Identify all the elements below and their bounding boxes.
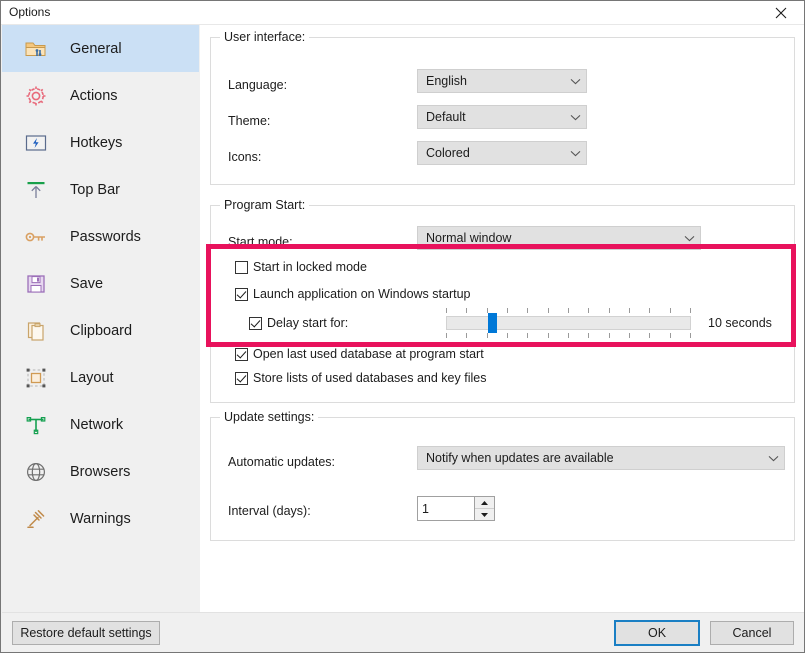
sidebar-item-label: Warnings: [70, 510, 131, 527]
delay-start-checkbox[interactable]: [249, 316, 262, 330]
folder-settings-icon: [23, 36, 49, 62]
ok-button[interactable]: OK: [614, 620, 700, 646]
interval-value[interactable]: 1: [418, 497, 474, 520]
group-title: Update settings:: [220, 410, 319, 424]
store-lists-label: Store lists of used databases and key fi…: [253, 371, 487, 385]
delay-start-label: Delay start for:: [267, 316, 349, 330]
update-settings-group: Update settings: Automatic updates: Noti…: [210, 410, 795, 541]
store-lists-checkbox[interactable]: [235, 371, 248, 385]
theme-label: Theme:: [228, 114, 271, 128]
gavel-icon: [23, 506, 49, 532]
open-last-db-checkbox-row[interactable]: Open last used database at program start: [235, 347, 484, 361]
sidebar-item-label: Network: [70, 416, 124, 433]
chevron-down-icon: [564, 78, 586, 85]
automatic-updates-select[interactable]: Notify when updates are available: [417, 446, 785, 470]
options-dialog: Options General Actions Hotkeys Top Bar …: [0, 0, 805, 653]
automatic-updates-value: Notify when updates are available: [426, 451, 614, 465]
globe-icon: [23, 459, 49, 485]
chevron-down-icon: [564, 150, 586, 157]
stepper-buttons[interactable]: [474, 497, 494, 520]
stepper-up-icon[interactable]: [475, 497, 494, 509]
start-locked-checkbox[interactable]: [235, 260, 248, 274]
automatic-updates-label: Automatic updates:: [228, 455, 336, 469]
sidebar-item-label: Passwords: [70, 228, 141, 245]
store-lists-checkbox-row[interactable]: Store lists of used databases and key fi…: [235, 371, 486, 385]
language-select[interactable]: English: [417, 69, 587, 93]
sidebar-item-browsers[interactable]: Browsers: [2, 448, 199, 495]
sidebar-item-label: Top Bar: [70, 181, 120, 198]
layout-icon: [23, 365, 49, 391]
sidebar-item-label: Browsers: [70, 463, 131, 480]
interval-stepper[interactable]: 1: [417, 496, 495, 521]
delay-start-checkbox-row[interactable]: Delay start for:: [249, 316, 348, 330]
sidebar-item-general[interactable]: General: [2, 25, 199, 72]
start-locked-label: Start in locked mode: [253, 260, 367, 274]
chevron-down-icon: [564, 114, 586, 121]
chevron-down-icon: [762, 455, 784, 462]
floppy-disk-icon: [23, 271, 49, 297]
open-last-db-checkbox[interactable]: [235, 347, 248, 361]
sidebar-item-layout[interactable]: Layout: [2, 354, 199, 401]
icons-select[interactable]: Colored: [417, 141, 587, 165]
delay-slider[interactable]: [446, 308, 691, 338]
keyboard-bolt-icon: [23, 130, 49, 156]
network-icon: [23, 412, 49, 438]
start-locked-checkbox-row[interactable]: Start in locked mode: [235, 260, 367, 274]
group-title: Program Start:: [220, 198, 310, 212]
sidebar-item-clipboard[interactable]: Clipboard: [2, 307, 199, 354]
arrow-up-bar-icon: [23, 177, 49, 203]
program-start-group: Program Start: Start mode: Normal window…: [210, 198, 795, 403]
slider-thumb[interactable]: [488, 313, 498, 333]
key-icon: [23, 224, 49, 250]
sidebar-item-save[interactable]: Save: [2, 260, 199, 307]
sidebar-item-label: Save: [70, 275, 104, 292]
group-title: User interface:: [220, 30, 310, 44]
sidebar-item-hotkeys[interactable]: Hotkeys: [2, 119, 199, 166]
launch-startup-checkbox-row[interactable]: Launch application on Windows startup: [235, 287, 471, 301]
language-label: Language:: [228, 78, 288, 92]
chevron-down-icon: [678, 235, 700, 242]
sidebar-item-passwords[interactable]: Passwords: [2, 213, 199, 260]
start-mode-select[interactable]: Normal window: [417, 226, 701, 250]
theme-select[interactable]: Default: [417, 105, 587, 129]
icons-value: Colored: [426, 146, 470, 160]
sidebar: General Actions Hotkeys Top Bar Password…: [2, 25, 199, 614]
start-mode-value: Normal window: [426, 231, 512, 245]
delay-value-text: 10 seconds: [708, 316, 772, 330]
restore-defaults-button[interactable]: Restore default settings: [12, 621, 160, 645]
language-value: English: [426, 74, 467, 88]
theme-value: Default: [426, 110, 466, 124]
close-icon[interactable]: [758, 1, 804, 24]
sidebar-item-label: Layout: [70, 369, 114, 386]
sidebar-item-network[interactable]: Network: [2, 401, 199, 448]
slider-track[interactable]: [446, 316, 691, 330]
dialog-footer: Restore default settings OK Cancel: [2, 612, 804, 651]
window-title: Options: [9, 5, 51, 19]
start-mode-label: Start mode:: [228, 235, 293, 249]
cancel-button[interactable]: Cancel: [710, 621, 794, 645]
sidebar-item-label: Actions: [70, 87, 118, 104]
sidebar-item-label: Hotkeys: [70, 134, 123, 151]
user-interface-group: User interface: Language: English Theme:…: [210, 30, 795, 185]
stepper-down-icon[interactable]: [475, 509, 494, 520]
title-bar: Options: [1, 1, 804, 25]
sidebar-item-label: General: [70, 40, 122, 57]
sidebar-item-warnings[interactable]: Warnings: [2, 495, 199, 542]
slider-ticks-top: [446, 308, 691, 313]
launch-startup-checkbox[interactable]: [235, 287, 248, 301]
launch-startup-label: Launch application on Windows startup: [253, 287, 471, 301]
sidebar-item-label: Clipboard: [70, 322, 133, 339]
open-last-db-label: Open last used database at program start: [253, 347, 484, 361]
clipboard-icon: [23, 318, 49, 344]
interval-label: Interval (days):: [228, 504, 311, 518]
gear-icon: [23, 83, 49, 109]
sidebar-item-top-bar[interactable]: Top Bar: [2, 166, 199, 213]
icons-label: Icons:: [228, 150, 262, 164]
sidebar-item-actions[interactable]: Actions: [2, 72, 199, 119]
settings-panel: User interface: Language: English Theme:…: [200, 25, 804, 614]
slider-ticks-bottom: [446, 333, 691, 338]
